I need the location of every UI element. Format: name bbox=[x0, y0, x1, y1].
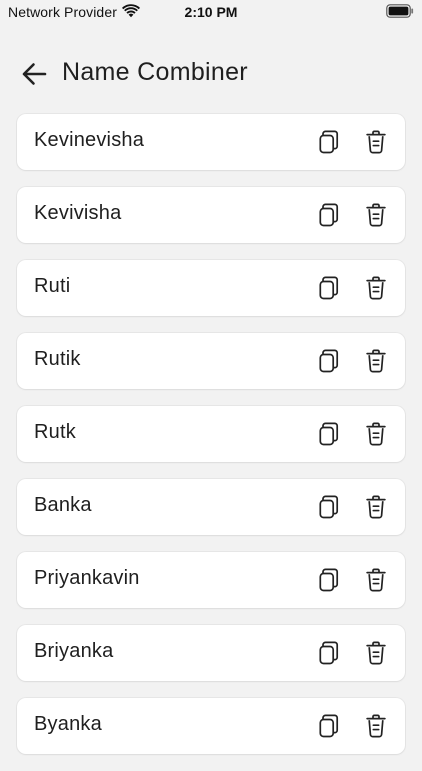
copy-icon bbox=[319, 349, 339, 373]
trash-icon bbox=[366, 130, 386, 154]
battery-icon bbox=[386, 4, 414, 18]
clock-time: 2:10 PM bbox=[184, 4, 238, 20]
copy-button[interactable] bbox=[315, 493, 343, 521]
copy-icon bbox=[319, 495, 339, 519]
delete-button[interactable] bbox=[362, 493, 390, 521]
copy-button[interactable] bbox=[315, 201, 343, 229]
copy-button[interactable] bbox=[315, 566, 343, 594]
copy-icon bbox=[319, 422, 339, 446]
copy-icon bbox=[319, 276, 339, 300]
list-item: Rutk bbox=[17, 406, 405, 462]
delete-button[interactable] bbox=[362, 639, 390, 667]
list-item: Priyankavin bbox=[17, 552, 405, 608]
trash-icon bbox=[366, 203, 386, 227]
arrow-left-icon bbox=[22, 63, 47, 85]
list-item: Ruti bbox=[17, 260, 405, 316]
list-item: Kevivisha bbox=[17, 187, 405, 243]
combined-name-label: Banka bbox=[34, 494, 92, 516]
trash-icon bbox=[366, 276, 386, 300]
delete-button[interactable] bbox=[362, 420, 390, 448]
copy-button[interactable] bbox=[315, 712, 343, 740]
status-bar: Network Provider 2:10 PM bbox=[0, 0, 422, 24]
combined-name-label: Priyankavin bbox=[34, 567, 140, 589]
delete-button[interactable] bbox=[362, 347, 390, 375]
copy-icon bbox=[319, 714, 339, 738]
trash-icon bbox=[366, 714, 386, 738]
list-item: Banka bbox=[17, 479, 405, 535]
name-list: Kevinevisha Kevivisha Ruti Rutik Rutk Ba… bbox=[17, 114, 405, 771]
copy-icon bbox=[319, 203, 339, 227]
trash-icon bbox=[366, 422, 386, 446]
copy-button[interactable] bbox=[315, 420, 343, 448]
combined-name-label: Kevivisha bbox=[34, 202, 122, 224]
copy-button[interactable] bbox=[315, 639, 343, 667]
copy-icon bbox=[319, 641, 339, 665]
app-header: Name Combiner bbox=[0, 50, 422, 98]
combined-name-label: Ruti bbox=[34, 275, 71, 297]
delete-button[interactable] bbox=[362, 128, 390, 156]
list-item: Byanka bbox=[17, 698, 405, 754]
list-item: Rutik bbox=[17, 333, 405, 389]
combined-name-label: Rutik bbox=[34, 348, 81, 370]
back-button[interactable] bbox=[14, 56, 54, 92]
trash-icon bbox=[366, 641, 386, 665]
combined-name-label: Byanka bbox=[34, 713, 102, 735]
delete-button[interactable] bbox=[362, 201, 390, 229]
trash-icon bbox=[366, 568, 386, 592]
list-item: Briyanka bbox=[17, 625, 405, 681]
trash-icon bbox=[366, 495, 386, 519]
trash-icon bbox=[366, 349, 386, 373]
delete-button[interactable] bbox=[362, 712, 390, 740]
copy-icon bbox=[319, 568, 339, 592]
delete-button[interactable] bbox=[362, 566, 390, 594]
page-title: Name Combiner bbox=[62, 58, 248, 86]
delete-button[interactable] bbox=[362, 274, 390, 302]
combined-name-label: Kevinevisha bbox=[34, 129, 145, 151]
copy-icon bbox=[319, 130, 339, 154]
combined-name-label: Rutk bbox=[34, 421, 76, 443]
copy-button[interactable] bbox=[315, 347, 343, 375]
list-item: Kevinevisha bbox=[17, 114, 405, 170]
combined-name-label: Briyanka bbox=[34, 640, 114, 662]
copy-button[interactable] bbox=[315, 128, 343, 156]
copy-button[interactable] bbox=[315, 274, 343, 302]
